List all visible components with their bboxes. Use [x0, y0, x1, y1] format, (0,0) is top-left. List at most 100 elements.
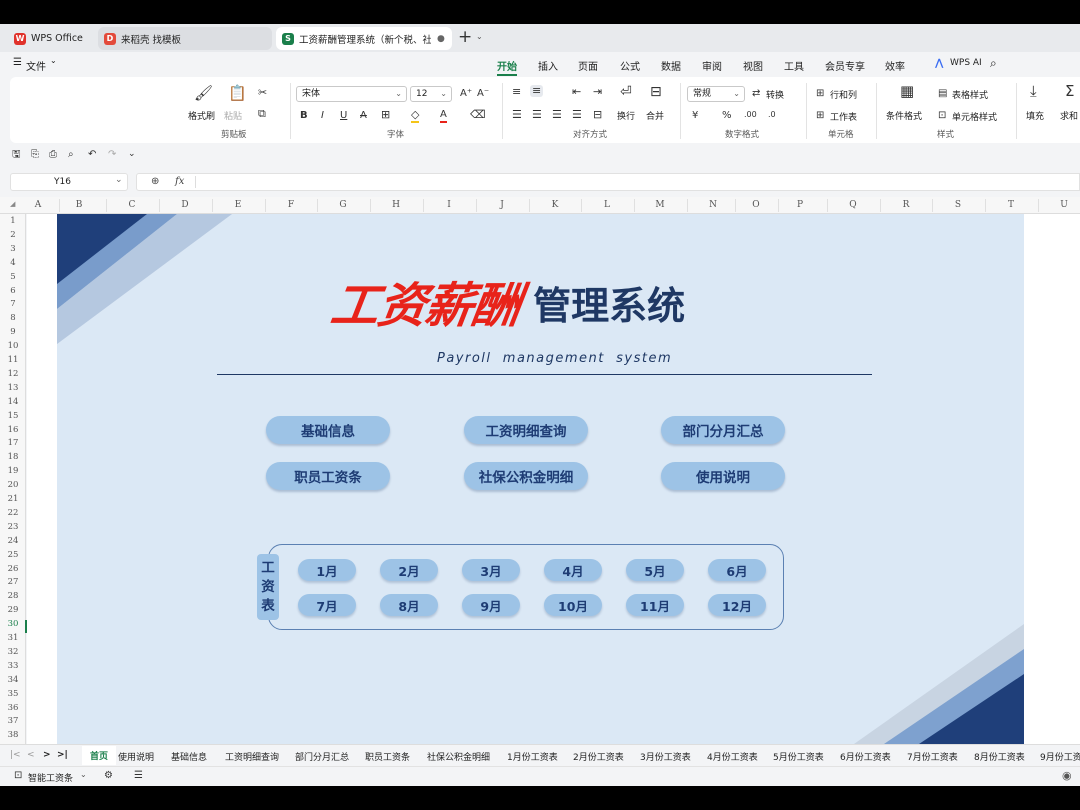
- underline-icon[interactable]: U: [340, 110, 347, 122]
- row-header-20[interactable]: 20: [0, 480, 26, 490]
- table-style-button[interactable]: 表格样式: [952, 88, 988, 101]
- column-header-H[interactable]: H: [386, 200, 406, 210]
- chevron-down-icon[interactable]: ⌄: [80, 770, 87, 779]
- month-button-11[interactable]: 11月: [626, 594, 684, 616]
- sheet-list-icon[interactable]: ☰: [134, 770, 143, 781]
- rows-cols-icon[interactable]: ⊞: [816, 88, 824, 100]
- row-header-1[interactable]: 1: [0, 216, 26, 226]
- row-header-34[interactable]: 34: [0, 675, 26, 685]
- conditional-format-icon[interactable]: ▦: [900, 84, 914, 99]
- cell-style-icon[interactable]: ⊡: [938, 110, 946, 122]
- font-grow-icon[interactable]: A⁺: [460, 88, 472, 100]
- hamburger-icon[interactable]: ☰: [13, 57, 22, 68]
- cell-style-button[interactable]: 单元格样式: [952, 110, 997, 123]
- month-button-7[interactable]: 7月: [298, 594, 356, 616]
- column-header-N[interactable]: N: [703, 200, 723, 210]
- row-header-29[interactable]: 29: [0, 605, 26, 615]
- border-icon[interactable]: ⊞: [381, 109, 390, 121]
- font-shrink-icon[interactable]: A⁻: [477, 88, 489, 100]
- formula-input[interactable]: ⊕ fx: [136, 173, 1080, 191]
- select-all-corner[interactable]: ◢: [10, 200, 15, 208]
- bold-icon[interactable]: B: [300, 110, 308, 122]
- convert-button[interactable]: 转换: [766, 88, 784, 101]
- row-header-35[interactable]: 35: [0, 689, 26, 699]
- clear-format-icon[interactable]: ⌫: [470, 109, 486, 121]
- nav-button-basic-info[interactable]: 基础信息: [266, 416, 390, 444]
- redo-icon[interactable]: ↷: [108, 149, 116, 161]
- column-header-G[interactable]: G: [333, 200, 353, 210]
- decimal-decrease-icon[interactable]: .0: [768, 109, 776, 121]
- tab-tools[interactable]: 工具: [784, 58, 804, 73]
- sheet-tab[interactable]: 社保公积金明细: [427, 750, 490, 763]
- currency-icon[interactable]: ¥: [692, 110, 698, 122]
- row-header-16[interactable]: 16: [0, 425, 26, 435]
- month-button-12[interactable]: 12月: [708, 594, 766, 616]
- worksheet-button[interactable]: 工作表: [830, 110, 857, 123]
- tab-review[interactable]: 审阅: [702, 58, 722, 73]
- name-box[interactable]: Y16 ⌄: [10, 173, 128, 191]
- sum-button[interactable]: 求和: [1060, 109, 1078, 122]
- sheet-tab[interactable]: 4月份工资表: [707, 750, 758, 763]
- tab-templates[interactable]: D 来稻壳 找模板: [98, 27, 272, 50]
- paste-button[interactable]: 粘贴: [224, 109, 242, 122]
- column-header-J[interactable]: J: [492, 200, 512, 210]
- row-header-18[interactable]: 18: [0, 452, 26, 462]
- row-header-12[interactable]: 12: [0, 369, 26, 379]
- align-middle-icon[interactable]: ≡: [530, 85, 544, 97]
- row-header-31[interactable]: 31: [0, 633, 26, 643]
- tab-data[interactable]: 数据: [661, 58, 681, 73]
- row-header-15[interactable]: 15: [0, 411, 26, 421]
- row-header-8[interactable]: 8: [0, 313, 26, 323]
- tab-start[interactable]: 开始: [497, 58, 517, 73]
- sum-icon[interactable]: Σ: [1065, 84, 1074, 99]
- row-header-14[interactable]: 14: [0, 397, 26, 407]
- cut-icon[interactable]: ✂: [258, 87, 267, 99]
- sheet-tab[interactable]: 基础信息: [171, 750, 207, 763]
- save-icon[interactable]: 🖫: [12, 149, 21, 161]
- row-header-13[interactable]: 13: [0, 383, 26, 393]
- justify-icon[interactable]: ☰: [572, 109, 582, 121]
- row-header-30[interactable]: 30: [0, 619, 26, 629]
- fill-button[interactable]: 填充: [1026, 109, 1044, 122]
- prev-sheet-icon[interactable]: <: [27, 750, 35, 760]
- sheet-tab[interactable]: 9月份工资: [1040, 750, 1080, 763]
- chevron-down-icon[interactable]: ⌄: [476, 32, 483, 41]
- row-header-5[interactable]: 5: [0, 272, 26, 282]
- merge-icon[interactable]: ⊟: [650, 85, 662, 99]
- fill-icon[interactable]: ⤓: [1030, 84, 1037, 99]
- column-header-E[interactable]: E: [228, 200, 248, 210]
- print-icon[interactable]: ⎙: [49, 149, 57, 161]
- last-sheet-icon[interactable]: >|: [57, 750, 68, 760]
- column-header-C[interactable]: C: [122, 200, 142, 210]
- column-header-T[interactable]: T: [1001, 200, 1021, 210]
- row-header-11[interactable]: 11: [0, 355, 26, 365]
- month-button-3[interactable]: 3月: [462, 559, 520, 581]
- column-header-K[interactable]: K: [545, 200, 565, 210]
- month-button-10[interactable]: 10月: [544, 594, 602, 616]
- nav-button-social-security[interactable]: 社保公积金明细: [464, 462, 588, 490]
- sheet-tab[interactable]: 职员工资条: [365, 750, 410, 763]
- column-header-L[interactable]: L: [597, 200, 617, 210]
- tab-member[interactable]: 会员专享: [825, 58, 865, 73]
- sheet-tab[interactable]: 1月份工资表: [507, 750, 558, 763]
- column-header-Q[interactable]: Q: [843, 200, 863, 210]
- share-icon[interactable]: ⎘: [31, 149, 39, 161]
- table-style-icon[interactable]: ▤: [938, 88, 947, 100]
- tab-wps-office[interactable]: W WPS Office: [8, 27, 94, 50]
- search-icon[interactable]: ⌕: [990, 56, 997, 71]
- sheet-tab[interactable]: 首页: [82, 746, 117, 765]
- month-button-5[interactable]: 5月: [626, 559, 684, 581]
- format-painter-icon[interactable]: 🖌: [194, 86, 213, 101]
- column-header-S[interactable]: S: [948, 200, 968, 210]
- row-header-24[interactable]: 24: [0, 536, 26, 546]
- month-button-2[interactable]: 2月: [380, 559, 438, 581]
- settings-icon[interactable]: ⚙: [104, 770, 113, 781]
- sheet-tab[interactable]: 2月份工资表: [573, 750, 624, 763]
- sheet-tab[interactable]: 5月份工资表: [773, 750, 824, 763]
- row-header-36[interactable]: 36: [0, 703, 26, 713]
- tab-formula[interactable]: 公式: [620, 58, 640, 73]
- row-header-3[interactable]: 3: [0, 244, 26, 254]
- row-header-6[interactable]: 6: [0, 286, 26, 296]
- column-header-P[interactable]: P: [790, 200, 810, 210]
- undo-icon[interactable]: ↶: [88, 149, 96, 161]
